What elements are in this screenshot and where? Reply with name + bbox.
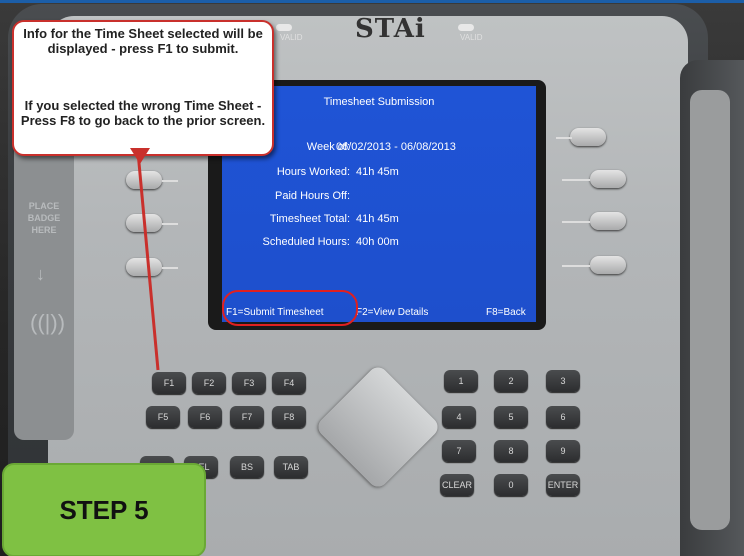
f8-back-hint: F8=Back <box>486 307 526 318</box>
key-f4[interactable]: F4 <box>272 372 306 394</box>
side-line <box>556 137 572 139</box>
key-f5[interactable]: F5 <box>146 406 180 428</box>
key-enter[interactable]: ENTER <box>546 474 580 496</box>
contactless-icon: ((|)) <box>30 310 66 335</box>
frame-top-border <box>0 0 744 3</box>
callout-text-back: If you selected the wrong Time Sheet - P… <box>20 98 266 128</box>
valid-led-left-label: VALID <box>280 33 303 42</box>
key-0[interactable]: 0 <box>494 474 528 496</box>
terminal-side-pad <box>690 90 730 530</box>
side-button-right-4[interactable] <box>590 256 626 274</box>
side-line <box>562 179 590 181</box>
key-7[interactable]: 7 <box>442 440 476 462</box>
key-f3[interactable]: F3 <box>232 372 266 394</box>
side-button-right-3[interactable] <box>590 212 626 230</box>
valid-led-right <box>458 24 474 31</box>
row-label: Paid Hours Off: <box>275 190 350 202</box>
brand-logo: STAi <box>355 14 426 44</box>
key-9[interactable]: 9 <box>546 440 580 462</box>
f2-details-hint: F2=View Details <box>356 307 429 318</box>
row-label: Scheduled Hours: <box>262 236 350 248</box>
key-1[interactable]: 1 <box>444 370 478 392</box>
step-label: STEP 5 <box>59 495 149 525</box>
key-5[interactable]: 5 <box>494 406 528 428</box>
key-bs[interactable]: BS <box>230 456 264 478</box>
instruction-callout: Info for the Time Sheet selected will be… <box>12 20 274 156</box>
row-value: 41h 45m <box>356 166 399 178</box>
key-f7[interactable]: F7 <box>230 406 264 428</box>
row-value: 41h 45m <box>356 213 399 225</box>
row-value: 06/02/2013 - 06/08/2013 <box>336 141 456 153</box>
side-line <box>562 221 590 223</box>
key-6[interactable]: 6 <box>546 406 580 428</box>
callout-text-submit: Info for the Time Sheet selected will be… <box>23 26 263 56</box>
callout-pointer-line <box>136 152 160 371</box>
valid-led-right-label: VALID <box>460 33 483 42</box>
terminal-right-wing <box>680 60 744 556</box>
key-f6[interactable]: F6 <box>188 406 222 428</box>
arrow-down-icon: ↓ <box>36 264 45 284</box>
side-button-right-2[interactable] <box>590 170 626 188</box>
key-tab[interactable]: TAB <box>274 456 308 478</box>
row-value: 40h 00m <box>356 236 399 248</box>
badge-reader-label: PLACE BADGE HERE <box>27 201 61 235</box>
key-f2[interactable]: F2 <box>192 372 226 394</box>
step-badge: STEP 5 <box>2 463 206 556</box>
f1-highlight-circle <box>222 290 358 326</box>
key-f1[interactable]: F1 <box>152 372 186 394</box>
key-8[interactable]: 8 <box>494 440 528 462</box>
key-clear[interactable]: CLEAR <box>440 474 474 496</box>
badge-reader <box>14 140 74 440</box>
valid-led-left <box>276 24 292 31</box>
key-3[interactable]: 3 <box>546 370 580 392</box>
key-4[interactable]: 4 <box>442 406 476 428</box>
key-2[interactable]: 2 <box>494 370 528 392</box>
row-label: Timesheet Total: <box>269 213 350 225</box>
key-f8[interactable]: F8 <box>272 406 306 428</box>
side-button-right-1[interactable] <box>570 128 606 146</box>
photo-frame: PLACE BADGE HERE ↓ ((|)) STAi VALID VALI… <box>0 0 744 556</box>
row-label: Hours Worked: <box>276 166 350 178</box>
side-line <box>562 265 590 267</box>
